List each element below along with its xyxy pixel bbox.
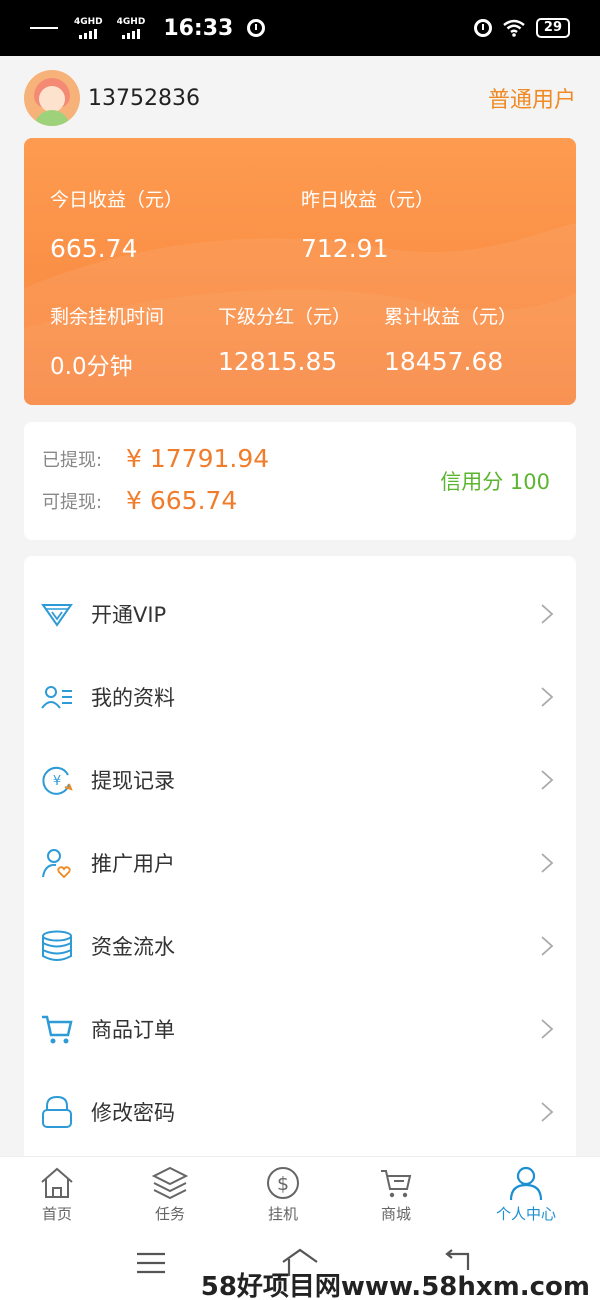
today-earnings: 今日收益（元） 665.74 [50,185,183,263]
available-label: 可提现: [42,491,103,513]
signal-bars-icon [79,28,98,39]
avatar[interactable] [24,70,80,126]
tab-label: 挂机 [267,1205,298,1223]
coin-stack-icon [42,930,72,961]
menu-icon[interactable] [134,1250,168,1276]
menu-item-label: 资金流水 [91,934,175,959]
yesterday-earnings-value: 712.91 [301,234,389,263]
menu-item-label: 商品订单 [91,1017,175,1042]
notification-dash-icon [30,27,58,29]
profile-icon [41,685,72,709]
withdrawn-label: 已提现: [42,449,103,471]
sub-bonus-value: 12815.85 [218,347,338,376]
person-icon [509,1166,543,1201]
remaining-time-label: 剩余挂机时间 [50,306,165,328]
layers-icon [152,1166,188,1200]
total-earnings-value: 18457.68 [384,347,504,376]
tab-home[interactable]: 首页 [7,1157,107,1229]
menu-item-label: 我的资料 [91,685,175,710]
withdraw-card: 已提现: ¥ 17791.94 可提现: ¥ 665.74 信用分 100 [24,422,576,540]
chevron-right-icon [541,935,554,956]
yesterday-earnings: 昨日收益（元） 712.91 [301,185,434,263]
clock: 16:33 [163,15,234,41]
tab-hangup[interactable]: $ 挂机 [233,1157,333,1229]
chevron-right-icon [541,852,554,873]
tab-label: 首页 [41,1205,72,1223]
user-heart-icon [42,848,71,878]
earnings-card: 今日收益（元） 665.74 昨日收益（元） 712.91 剩余挂机时间 0.0… [24,138,576,405]
total-earnings: 累计收益（元） 18457.68 [384,302,517,376]
lock-icon [42,1095,72,1128]
watermark: 58好项目网www.58hxm.com [200,1272,590,1300]
signal-1: 4GHD [74,16,103,39]
sub-bonus-label: 下级分红（元） [218,306,352,328]
tab-tasks[interactable]: 任务 [120,1157,220,1229]
menu-list: 开通VIP 我的资料 ¥ 提现记录 推广用户 资金流水 商品订单 修改密码 [24,556,576,1156]
diamond-icon [41,603,73,627]
menu-item-label: 推广用户 [91,851,175,876]
tab-label: 任务 [154,1205,185,1223]
profile-header: 13752836 普通用户 [24,70,576,126]
menu-item-orders[interactable]: 商品订单 [24,987,576,1070]
sub-bonus: 下级分红（元） 12815.85 [218,302,351,376]
tab-profile[interactable]: 个人中心 [476,1157,576,1229]
dollar-icon: $ [267,1167,299,1199]
tab-mall[interactable]: 商城 [346,1157,446,1229]
menu-item-profile[interactable]: 我的资料 [24,655,576,738]
chevron-right-icon [541,603,554,624]
bottom-tab-bar: 首页 任务 $ 挂机 商城 个人中心 [0,1156,600,1228]
menu-item-label: 提现记录 [91,768,175,793]
alarm-icon [473,19,492,37]
total-earnings-label: 累计收益（元） [384,306,518,328]
today-earnings-value: 665.74 [50,234,138,263]
tab-label: 商城 [380,1205,411,1223]
svg-text:$: $ [277,1173,289,1195]
menu-item-fund-flow[interactable]: 资金流水 [24,904,576,987]
tab-label: 个人中心 [495,1205,556,1223]
status-left: 4GHD 4GHD 16:33 [30,15,266,41]
user-phone: 13752836 [88,85,200,111]
credit-score: 信用分 100 [440,470,550,494]
menu-item-vip[interactable]: 开通VIP [24,572,576,655]
home-icon [41,1167,73,1198]
svg-text:¥: ¥ [53,774,61,789]
cart-icon [42,1015,73,1043]
battery-indicator: 29 [535,18,570,38]
status-right: 29 [473,18,570,38]
wifi-icon [503,19,525,37]
alarm-icon [247,19,266,37]
chevron-right-icon [541,1018,554,1039]
status-bar: 4GHD 4GHD 16:33 29 [0,0,600,56]
available-value: ¥ 665.74 [126,486,238,515]
yesterday-earnings-label: 昨日收益（元） [301,189,435,211]
cart-icon [381,1170,412,1198]
signal-2: 4GHD [116,16,146,39]
menu-item-withdraw-records[interactable]: ¥ 提现记录 [24,738,576,821]
withdrawn-row: 已提现: ¥ 17791.94 [42,444,269,473]
withdrawn-value: ¥ 17791.94 [126,444,270,473]
chevron-right-icon [541,769,554,790]
user-level-badge[interactable]: 普通用户 [488,82,576,114]
chevron-right-icon [541,686,554,707]
menu-item-label: 开通VIP [91,602,167,627]
remaining-time: 剩余挂机时间 0.0分钟 [50,302,164,381]
available-row: 可提现: ¥ 665.74 [42,486,237,515]
signal-bars-icon [121,28,140,39]
network-1-label: 4GHD [74,16,103,27]
remaining-time-value: 0.0分钟 [50,354,133,380]
menu-item-promote[interactable]: 推广用户 [24,821,576,904]
menu-item-change-password[interactable]: 修改密码 [24,1070,576,1153]
yuan-cycle-icon: ¥ [42,766,73,795]
chevron-right-icon [541,1101,554,1122]
menu-item-label: 修改密码 [91,1100,175,1125]
network-2-label: 4GHD [116,16,146,27]
today-earnings-label: 今日收益（元） [50,189,184,211]
